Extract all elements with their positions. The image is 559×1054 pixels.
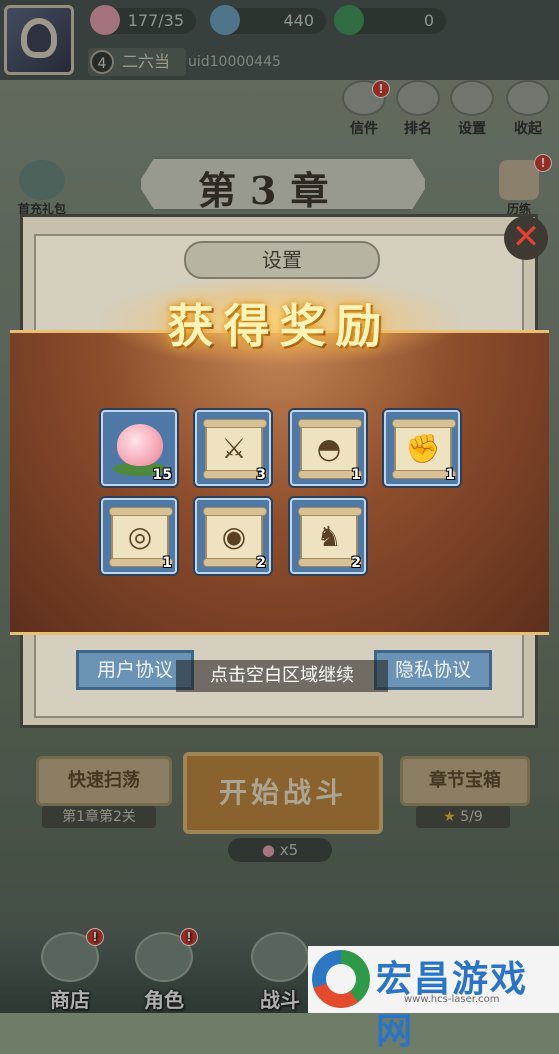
peach-icon bbox=[117, 424, 163, 466]
crossed-swords-icon: ⚔ bbox=[221, 432, 247, 465]
reward-count: 1 bbox=[162, 555, 172, 571]
reward-count: 3 bbox=[256, 467, 266, 483]
privacy-policy-button[interactable]: 隐私协议 bbox=[374, 650, 492, 690]
close-icon[interactable]: ✕ bbox=[504, 216, 548, 260]
reward-item-armor-scroll[interactable]: ◉ 2 bbox=[195, 498, 271, 574]
reward-count: 2 bbox=[256, 555, 266, 571]
reward-count: 15 bbox=[152, 467, 172, 483]
watermark-url: www.hcs-laser.com bbox=[404, 994, 500, 1005]
reward-item-peach[interactable]: 15 bbox=[101, 410, 177, 486]
reward-item-swords-scroll[interactable]: ⚔ 3 bbox=[195, 410, 271, 486]
continue-hint: 点击空白区域继续 bbox=[176, 660, 388, 692]
reward-item-necklace-scroll[interactable]: ◎ 1 bbox=[101, 498, 177, 574]
reward-count: 1 bbox=[351, 467, 361, 483]
armor-icon: ◉ bbox=[221, 520, 247, 553]
reward-count: 2 bbox=[351, 555, 361, 571]
reward-count: 1 bbox=[445, 467, 455, 483]
fist-icon: ✊ bbox=[405, 432, 441, 465]
fan-icon: ◓ bbox=[316, 432, 342, 465]
reward-title: 获得奖励 bbox=[167, 299, 392, 353]
boot-icon: ♞ bbox=[316, 520, 342, 553]
reward-item-boot-scroll[interactable]: ♞ 2 bbox=[290, 498, 366, 574]
settings-title: 设置 bbox=[184, 241, 380, 279]
watermark-logo-icon bbox=[312, 950, 370, 1008]
reward-item-fan-scroll[interactable]: ◓ 1 bbox=[290, 410, 366, 486]
reward-item-fist-scroll[interactable]: ✊ 1 bbox=[384, 410, 460, 486]
reward-panel[interactable] bbox=[10, 330, 549, 635]
necklace-icon: ◎ bbox=[127, 520, 153, 553]
